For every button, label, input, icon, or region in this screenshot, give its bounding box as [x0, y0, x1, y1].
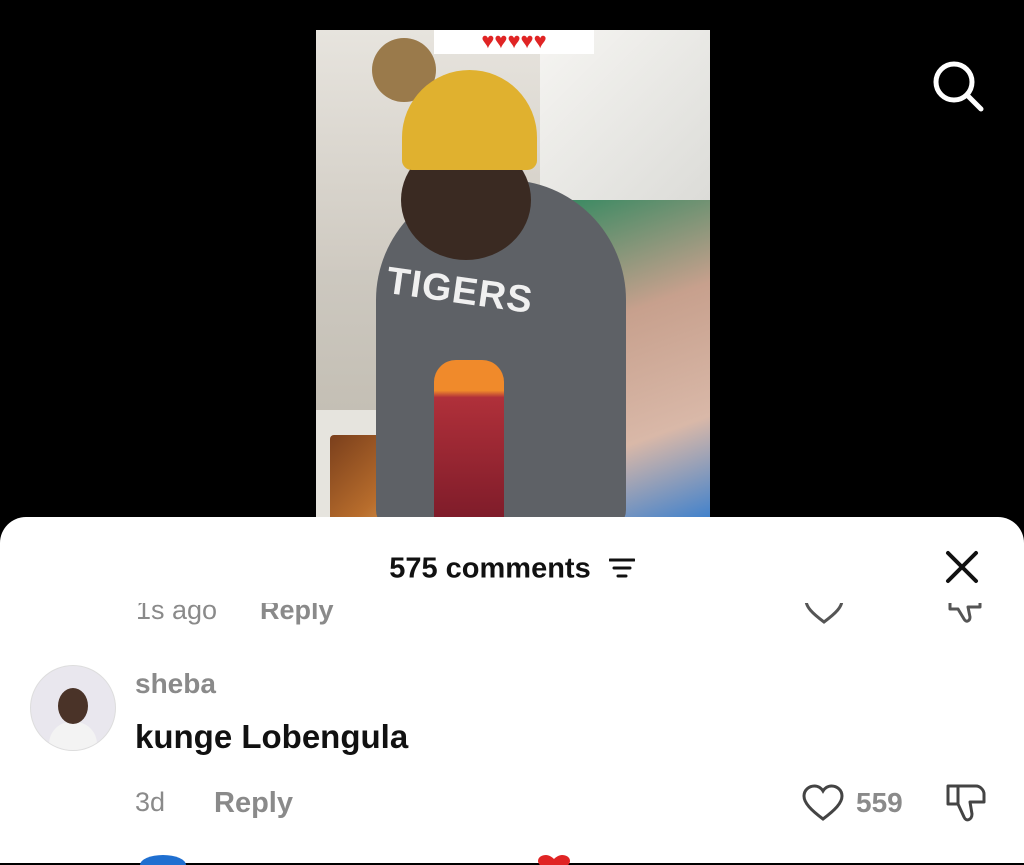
avatar-head — [58, 688, 88, 724]
next-avatar[interactable] — [140, 855, 186, 865]
comment-item: sheba kunge Lobengula 3d Reply 559 — [0, 662, 1024, 822]
previous-reply-button[interactable]: Reply — [260, 603, 334, 626]
comments-sheet: 575 comments 1s ago Reply sheba kunge Lo… — [0, 517, 1024, 865]
reaction-hearts: ♥♥♥♥♥ — [434, 30, 594, 54]
heart-icon[interactable] — [804, 603, 844, 625]
thumbs-down-icon — [946, 784, 986, 822]
comment-time: 3d — [135, 787, 166, 817]
close-icon — [946, 551, 978, 583]
video-window — [540, 30, 710, 200]
heart-icon — [802, 784, 844, 821]
comment-username[interactable]: sheba — [135, 668, 216, 700]
reply-button[interactable]: Reply — [214, 787, 293, 820]
heart-icon — [538, 855, 570, 865]
close-button[interactable] — [942, 547, 982, 587]
avatar[interactable] — [30, 665, 116, 751]
previous-comment-actions: 1s ago Reply — [0, 603, 1024, 627]
comments-header: 575 comments — [0, 547, 1024, 587]
sort-icon[interactable] — [608, 557, 635, 579]
video-frame[interactable]: TIGERS — [316, 30, 710, 530]
like-count: 559 — [856, 787, 903, 818]
next-comment-peek — [0, 855, 1024, 865]
like-button[interactable]: 559 — [802, 782, 922, 824]
dislike-button[interactable] — [944, 782, 990, 824]
video-area[interactable]: TIGERS ♥♥♥♥♥ — [0, 0, 1024, 540]
search-button[interactable] — [930, 58, 986, 114]
comment-text: kunge Lobengula — [135, 718, 409, 755]
comment-count-label: 575 comments — [389, 552, 591, 585]
previous-comment-time: 1s ago — [136, 603, 218, 625]
thumbs-down-icon[interactable] — [944, 603, 988, 625]
comment-count-title[interactable]: 575 comments — [0, 547, 1024, 588]
video-bottle — [434, 360, 504, 530]
search-icon — [933, 61, 984, 112]
avatar-body — [49, 722, 97, 750]
